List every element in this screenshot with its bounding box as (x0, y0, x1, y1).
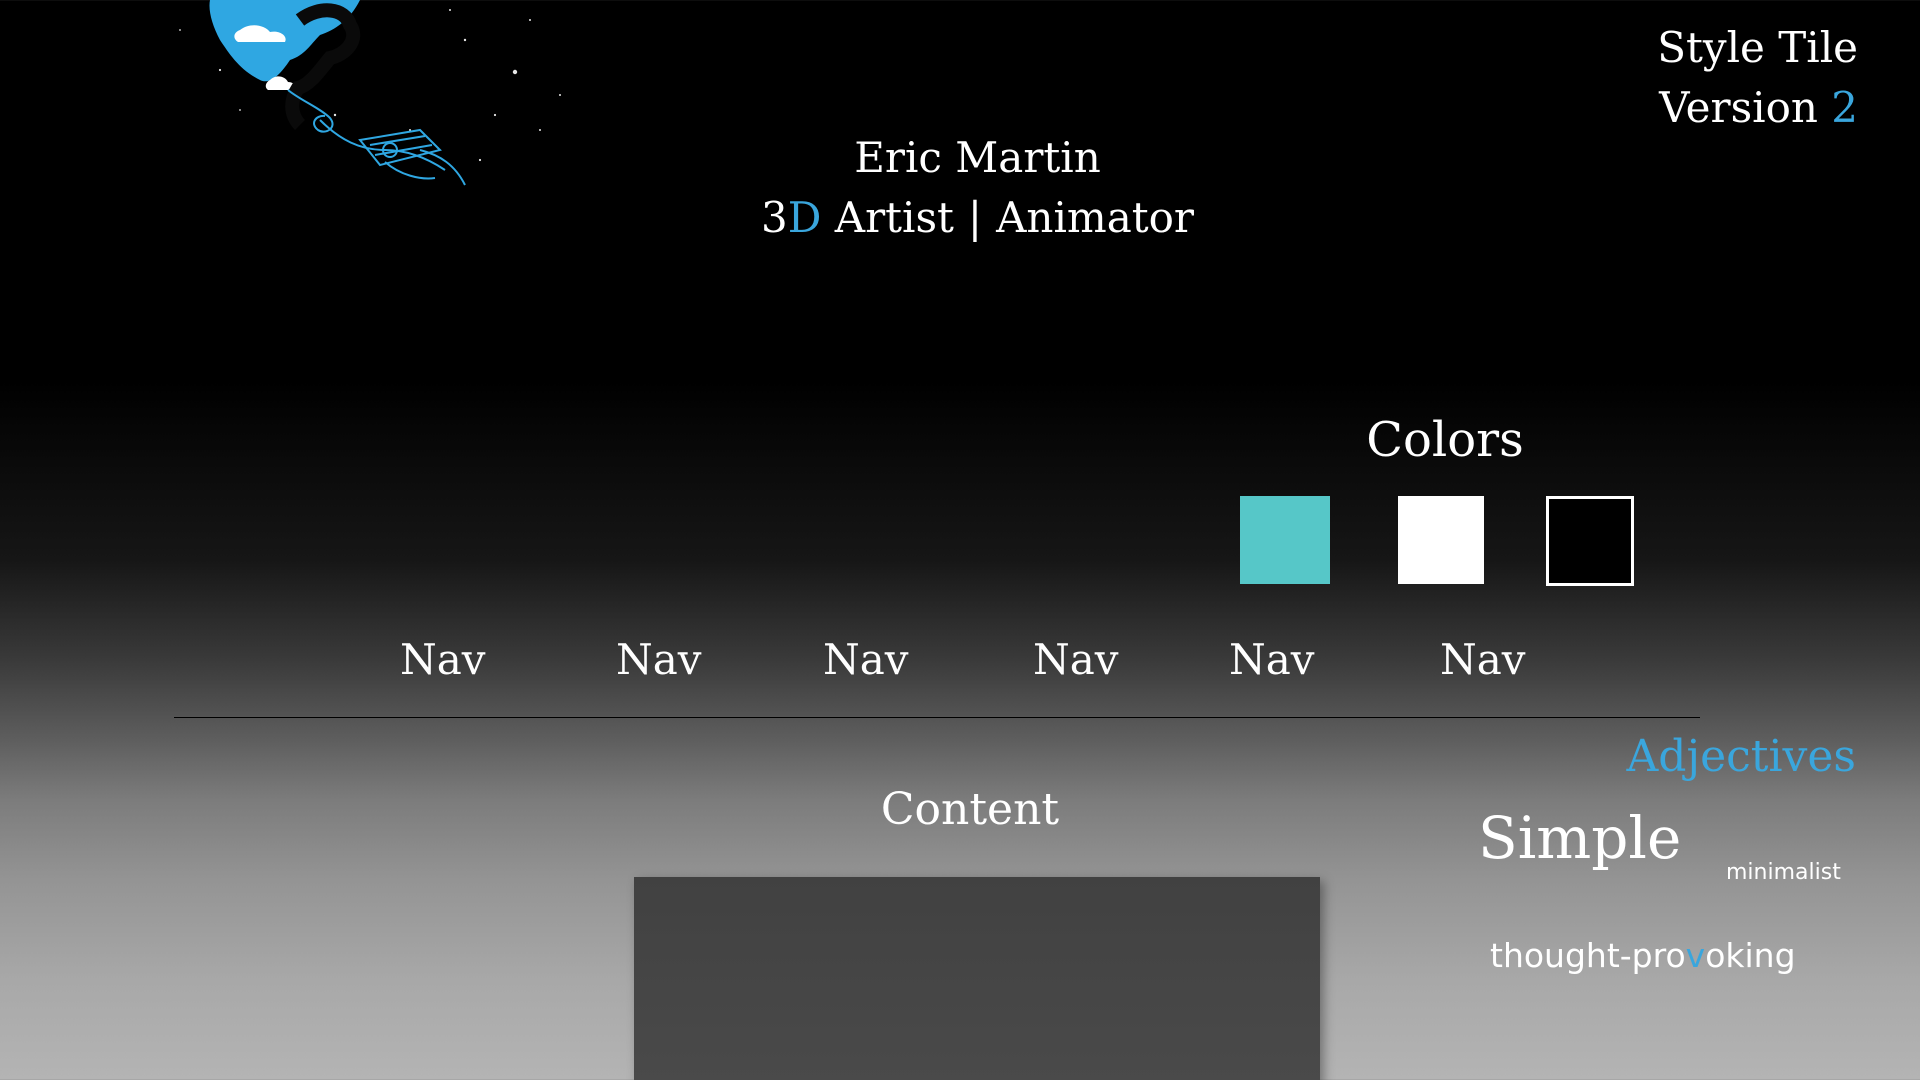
color-swatch-black (1546, 496, 1634, 586)
content-placeholder-box (634, 877, 1320, 1080)
style-tile-title: Style Tile (1657, 23, 1858, 72)
artist-header: Eric Martin 3D Artist | Animator (0, 128, 1920, 248)
content-title: Content (880, 784, 1060, 835)
artist-role: 3D Artist | Animator (0, 188, 1920, 248)
nav-item-5[interactable]: Nav (1229, 630, 1315, 690)
role-prefix-accent: D (787, 193, 822, 242)
adjectives-title: Adjectives (1626, 731, 1857, 782)
style-tile-heading: Style Tile Version 2 (1657, 18, 1858, 138)
role-separator: | (967, 193, 983, 242)
nav-item-4[interactable]: Nav (1033, 630, 1119, 690)
version-number: 2 (1831, 83, 1858, 132)
color-swatch-white (1398, 496, 1484, 584)
color-swatch-teal (1240, 496, 1330, 584)
adjective-secondary: minimalist (1726, 860, 1841, 885)
nav-divider (174, 717, 1700, 718)
adjective-tertiary-start: thought-pro (1490, 936, 1686, 975)
adjective-primary: Simple (1478, 804, 1682, 872)
adjective-tertiary: thought-provoking (1490, 934, 1796, 978)
version-label: Version (1659, 83, 1818, 132)
nav-item-3[interactable]: Nav (823, 630, 909, 690)
artist-name: Eric Martin (854, 133, 1101, 182)
nav-item-6[interactable]: Nav (1440, 630, 1526, 690)
colors-title: Colors (1366, 412, 1524, 468)
nav-item-2[interactable]: Nav (616, 630, 702, 690)
adjective-tertiary-accent: v (1685, 936, 1706, 975)
role-rest: Artist (821, 193, 954, 242)
role-prefix: 3 (760, 193, 788, 242)
role-secondary: Animator (996, 193, 1194, 242)
adjective-tertiary-end: oking (1705, 936, 1796, 975)
nav-item-1[interactable]: Nav (400, 630, 486, 690)
